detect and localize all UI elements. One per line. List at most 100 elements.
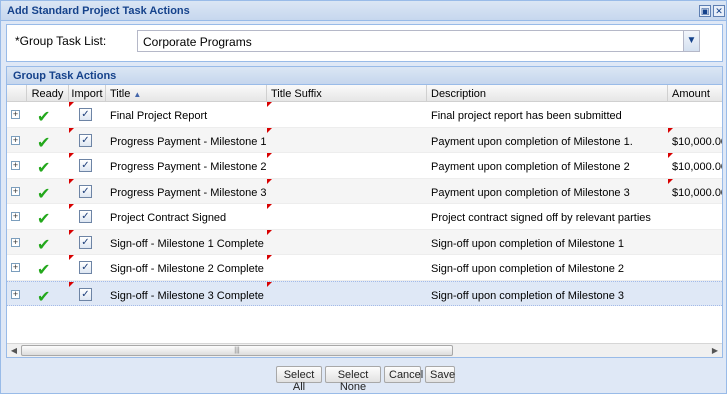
scrollbar-thumb[interactable]: ||| (21, 345, 453, 356)
cell-amount (668, 230, 722, 255)
table-row[interactable]: + ✔ ✓ Progress Payment - Milestone 2 Payment… (7, 153, 722, 179)
cell-title-suffix[interactable] (267, 255, 427, 280)
expand-row-icon[interactable]: + (11, 237, 20, 247)
cell-description: Project contract signed off by relevant … (431, 212, 651, 224)
cell-title: Progress Payment - Milestone 2 (110, 161, 267, 173)
import-checkbox[interactable]: ✓ (79, 261, 92, 274)
ready-check-icon: ✔ (37, 262, 51, 279)
expand-row-icon[interactable]: + (11, 161, 20, 170)
ready-check-icon: ✔ (37, 134, 51, 152)
group-task-list-label: *Group Task List: (15, 34, 107, 48)
grid-body: + ✔ ✓ Final Project Report Final project rep… (7, 102, 722, 306)
sort-ascending-icon: ▲ (133, 90, 142, 99)
cell-amount (668, 102, 722, 127)
ready-check-icon: ✔ (37, 211, 51, 228)
ready-check-icon: ✔ (37, 185, 51, 203)
cell-title-suffix[interactable] (267, 102, 427, 127)
close-icon[interactable]: ✕ (713, 5, 725, 17)
dirty-marker (69, 102, 74, 107)
cell-title-suffix[interactable] (267, 282, 427, 307)
restore-icon[interactable]: ▣ (699, 5, 711, 17)
select-none-button[interactable]: Select None (325, 366, 381, 393)
cell-title: Progress Payment - Milestone 3 (110, 186, 267, 199)
dirty-marker (69, 153, 74, 158)
cell-amount: $10,000.00 (672, 186, 723, 199)
cell-description: Sign-off upon completion of Milestone 3 (431, 289, 625, 302)
ready-check-icon: ✔ (37, 288, 51, 306)
select-all-button[interactable]: Select All (276, 366, 322, 393)
table-row[interactable]: + ✔ ✓ Sign-off - Milestone 1 Complete Sign-o… (7, 229, 722, 255)
cell-amount: $10,000.00 (672, 161, 723, 173)
form-panel: *Group Task List: Corporate Programs ▼ (6, 24, 723, 62)
group-task-list-value: Corporate Programs (143, 35, 252, 49)
chevron-down-icon[interactable]: ▼ (683, 30, 700, 52)
expand-row-icon[interactable]: + (11, 110, 20, 119)
cell-amount (668, 282, 722, 307)
dirty-marker (69, 178, 74, 184)
table-row[interactable]: + ✔ ✓ Progress Payment - Milestone 1 Payment… (7, 127, 722, 153)
cell-title-suffix[interactable] (267, 179, 427, 204)
column-header-amount[interactable]: Amount (668, 85, 722, 102)
cell-description: Payment upon completion of Milestone 2 (431, 161, 630, 173)
import-checkbox[interactable]: ✓ (79, 184, 92, 198)
import-checkbox[interactable]: ✓ (79, 133, 92, 147)
group-task-list-combo[interactable]: Corporate Programs ▼ (137, 30, 700, 52)
column-header-title-label: Title (110, 88, 131, 100)
add-task-actions-window: Add Standard Project Task Actions ▣ ✕ *G… (0, 0, 727, 394)
table-row[interactable]: + ✔ ✓ Project Contract Signed Project contra… (7, 204, 722, 230)
cell-description: Sign-off upon completion of Milestone 2 (431, 263, 625, 275)
expander-column-header (7, 85, 27, 102)
expand-row-icon[interactable]: + (11, 263, 20, 272)
cell-description: Final project report has been submitted (431, 110, 622, 122)
cell-description: Sign-off upon completion of Milestone 1 (431, 237, 625, 250)
cell-title-suffix[interactable] (267, 204, 427, 229)
table-row[interactable]: + ✔ ✓ Sign-off - Milestone 3 Complete Sign-o… (7, 280, 722, 307)
cell-title-suffix[interactable] (267, 230, 427, 255)
column-header-title[interactable]: Title ▲ (106, 85, 267, 102)
import-checkbox[interactable]: ✓ (79, 108, 92, 121)
import-checkbox[interactable]: ✓ (79, 287, 92, 301)
save-button[interactable]: Save (425, 366, 455, 383)
cell-amount (668, 255, 722, 280)
cancel-button[interactable]: Cancel (384, 366, 423, 383)
grid-title: Group Task Actions (7, 67, 722, 85)
table-row[interactable]: + ✔ ✓ Progress Payment - Milestone 3 Payment… (7, 178, 723, 204)
cell-title-suffix[interactable] (267, 128, 427, 153)
expand-row-icon[interactable]: + (11, 289, 20, 299)
horizontal-scrollbar[interactable]: ◀ ||| ▶ (7, 343, 722, 357)
cell-title: Final Project Report (110, 110, 208, 122)
expand-row-icon[interactable]: + (11, 186, 20, 196)
column-header-title-suffix[interactable]: Title Suffix (267, 85, 427, 102)
window-title: Add Standard Project Task Actions (7, 5, 190, 17)
import-checkbox[interactable]: ✓ (79, 210, 92, 223)
ready-check-icon: ✔ (37, 236, 51, 254)
table-row[interactable]: + ✔ ✓ Final Project Report Final project rep… (7, 102, 722, 128)
ready-check-icon: ✔ (37, 109, 51, 126)
import-checkbox[interactable]: ✓ (79, 159, 92, 172)
cell-title-suffix[interactable] (267, 153, 427, 178)
grid-header: Ready Import Title ▲ Title Suffix Descrip… (7, 85, 722, 102)
cell-description: Payment upon completion of Milestone 3 (431, 186, 630, 199)
window-titlebar[interactable]: Add Standard Project Task Actions ▣ ✕ (1, 1, 726, 21)
column-header-import[interactable]: Import (69, 85, 106, 102)
dirty-marker (69, 255, 74, 260)
column-header-ready[interactable]: Ready (27, 85, 69, 102)
ready-check-icon: ✔ (37, 160, 51, 177)
dirty-marker (69, 204, 74, 209)
dirty-marker (69, 127, 74, 133)
dirty-marker (69, 281, 74, 287)
expand-row-icon[interactable]: + (11, 135, 20, 145)
column-header-description[interactable]: Description (427, 85, 668, 102)
cell-description: Payment upon completion of Milestone 1. (431, 135, 633, 148)
cell-title: Progress Payment - Milestone 1 (110, 135, 267, 148)
cell-title: Project Contract Signed (110, 212, 227, 224)
group-task-actions-grid: Group Task Actions Ready Import Title ▲ T… (6, 66, 723, 358)
table-row[interactable]: + ✔ ✓ Sign-off - Milestone 2 Complete Sign-o… (7, 255, 722, 281)
scroll-right-icon[interactable]: ▶ (708, 344, 722, 357)
dirty-marker (69, 229, 74, 235)
import-checkbox[interactable]: ✓ (79, 235, 92, 249)
cell-title: Sign-off - Milestone 2 Complete (110, 263, 264, 275)
scroll-left-icon[interactable]: ◀ (7, 344, 21, 357)
expand-row-icon[interactable]: + (11, 212, 20, 221)
cell-title: Sign-off - Milestone 1 Complete (110, 237, 264, 250)
